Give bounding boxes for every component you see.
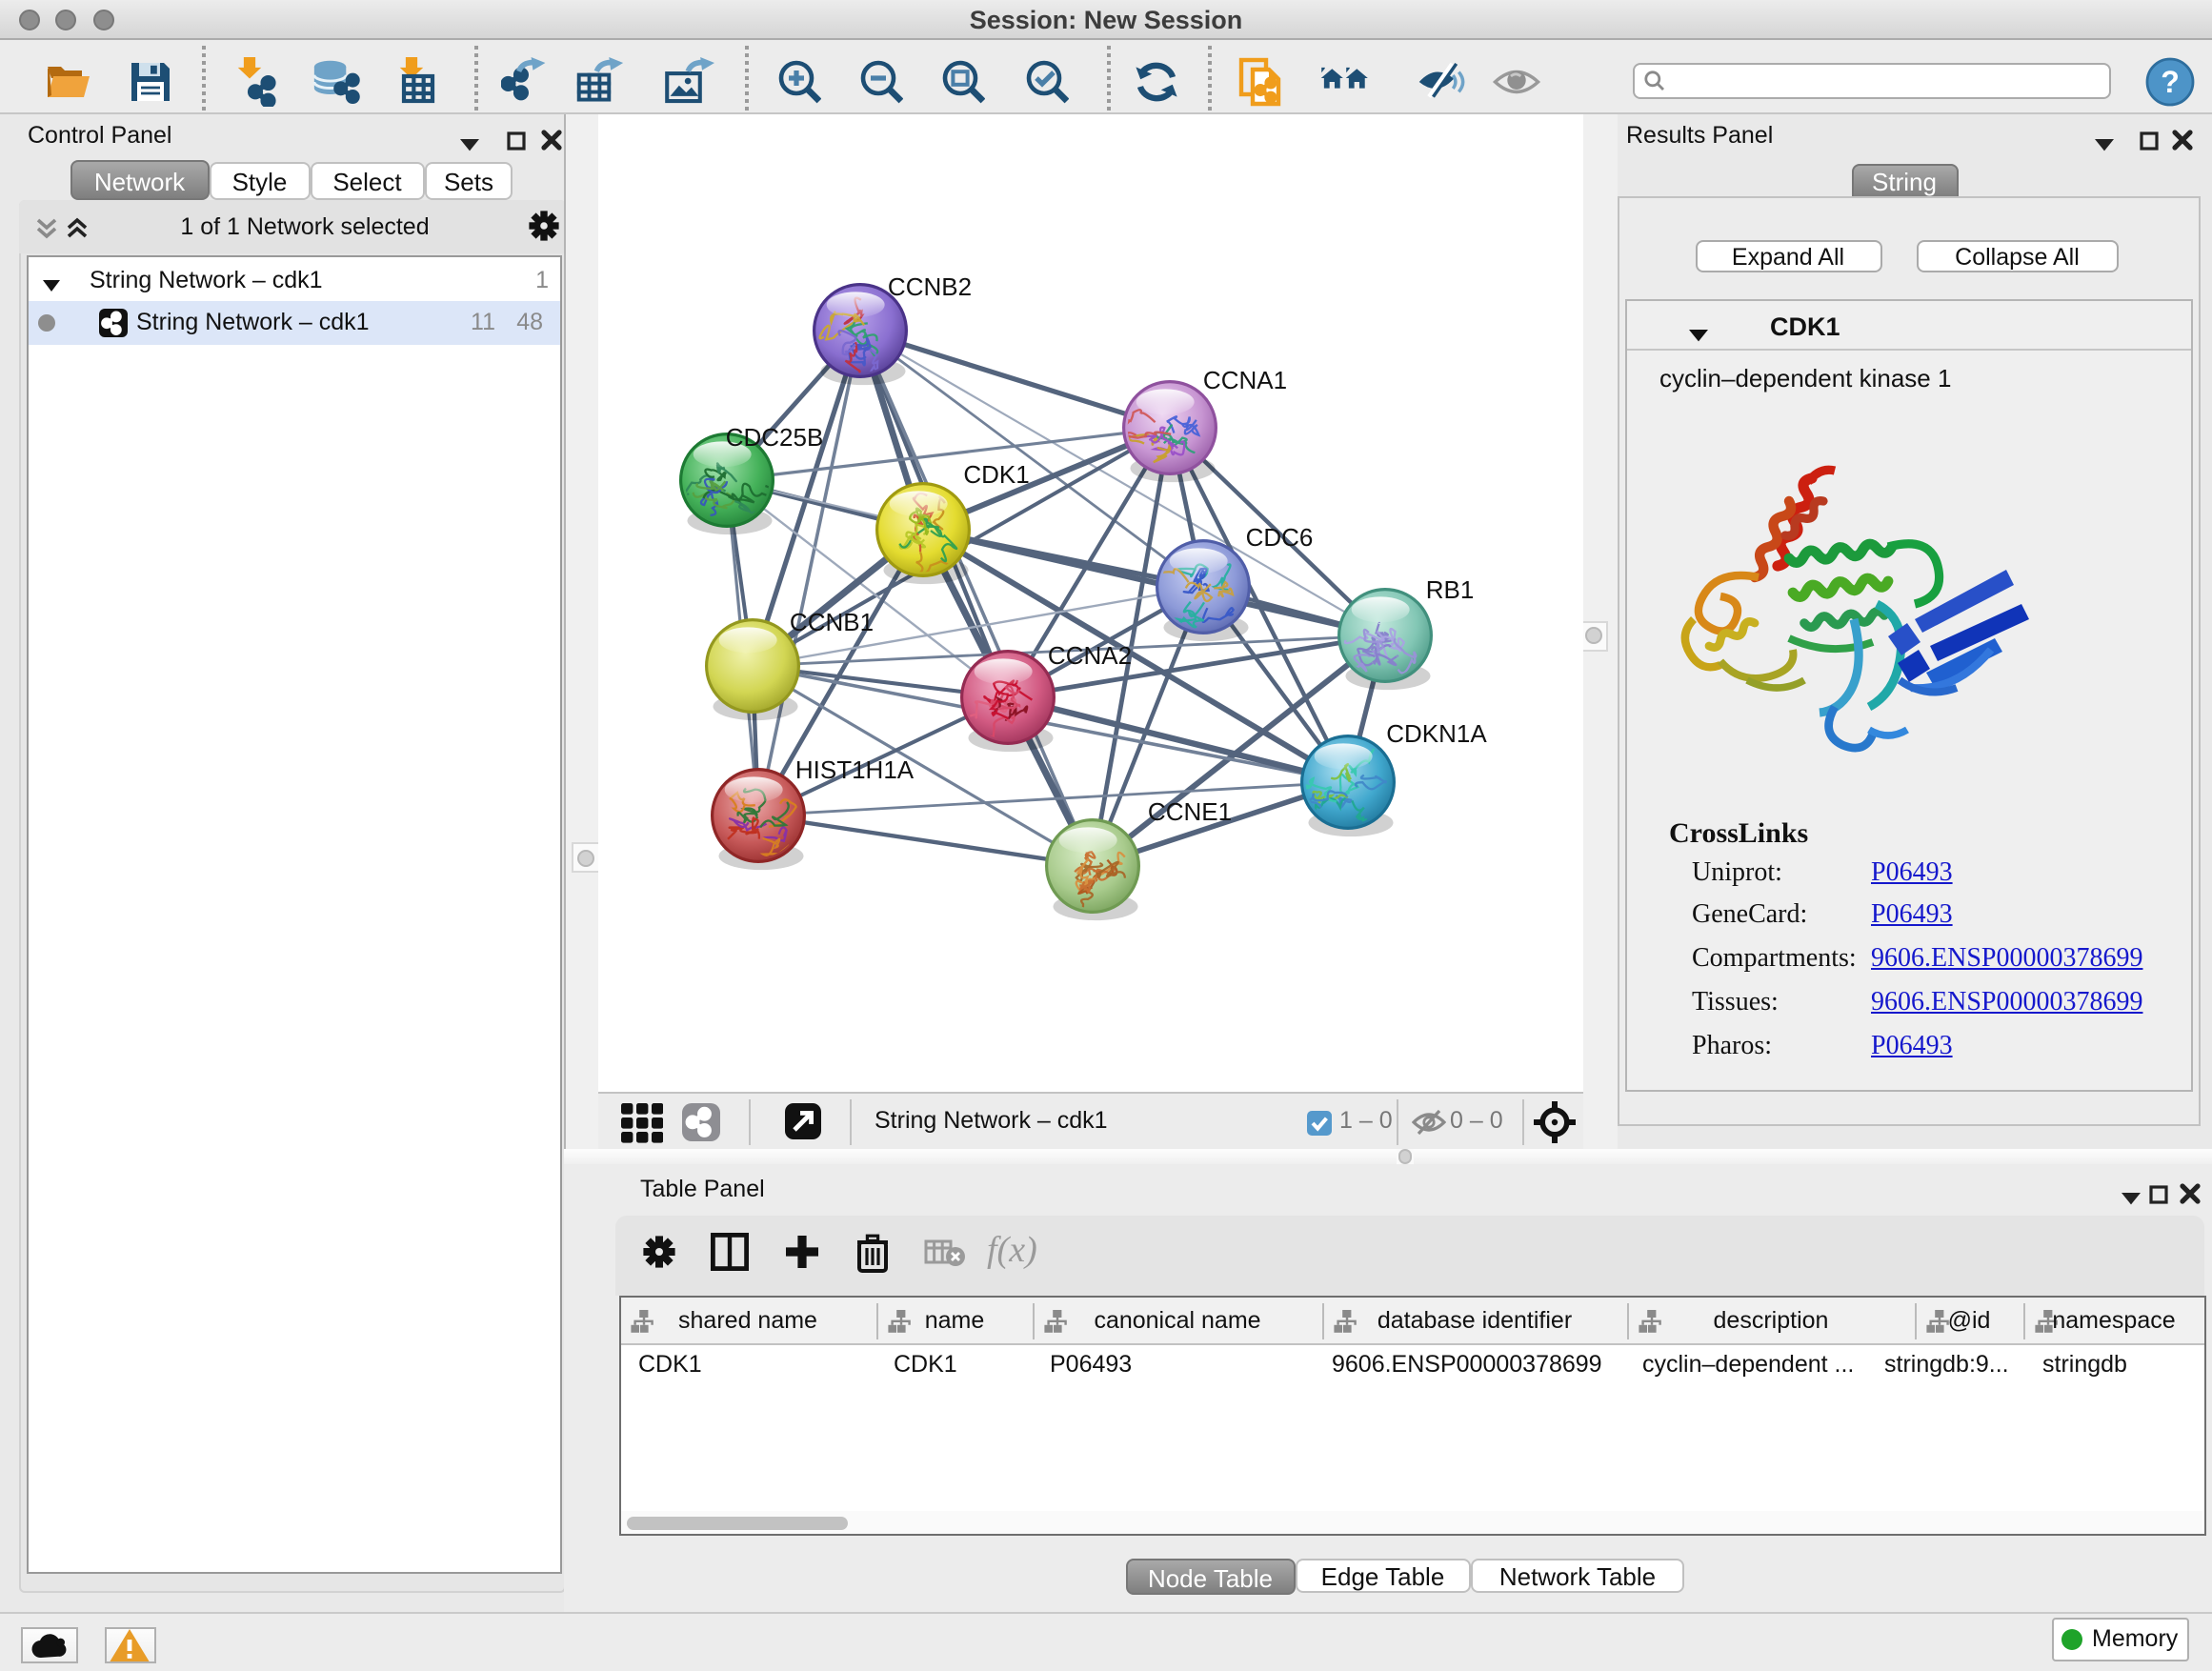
svg-text:CDC25B: CDC25B xyxy=(726,423,824,452)
svg-text:CCNB1: CCNB1 xyxy=(790,608,874,636)
svg-text:CDKN1A: CDKN1A xyxy=(1386,719,1487,748)
svg-text:CCNE1: CCNE1 xyxy=(1148,797,1232,826)
svg-text:HIST1H1A: HIST1H1A xyxy=(795,755,915,784)
svg-text:CCNA2: CCNA2 xyxy=(1048,641,1132,670)
svg-text:CCNB2: CCNB2 xyxy=(888,272,972,301)
svg-text:RB1: RB1 xyxy=(1426,575,1475,604)
svg-text:?: ? xyxy=(2161,64,2180,98)
svg-text:CCNA1: CCNA1 xyxy=(1203,366,1287,394)
svg-text:CDK1: CDK1 xyxy=(963,460,1029,489)
svg-text:CDC6: CDC6 xyxy=(1246,523,1314,552)
